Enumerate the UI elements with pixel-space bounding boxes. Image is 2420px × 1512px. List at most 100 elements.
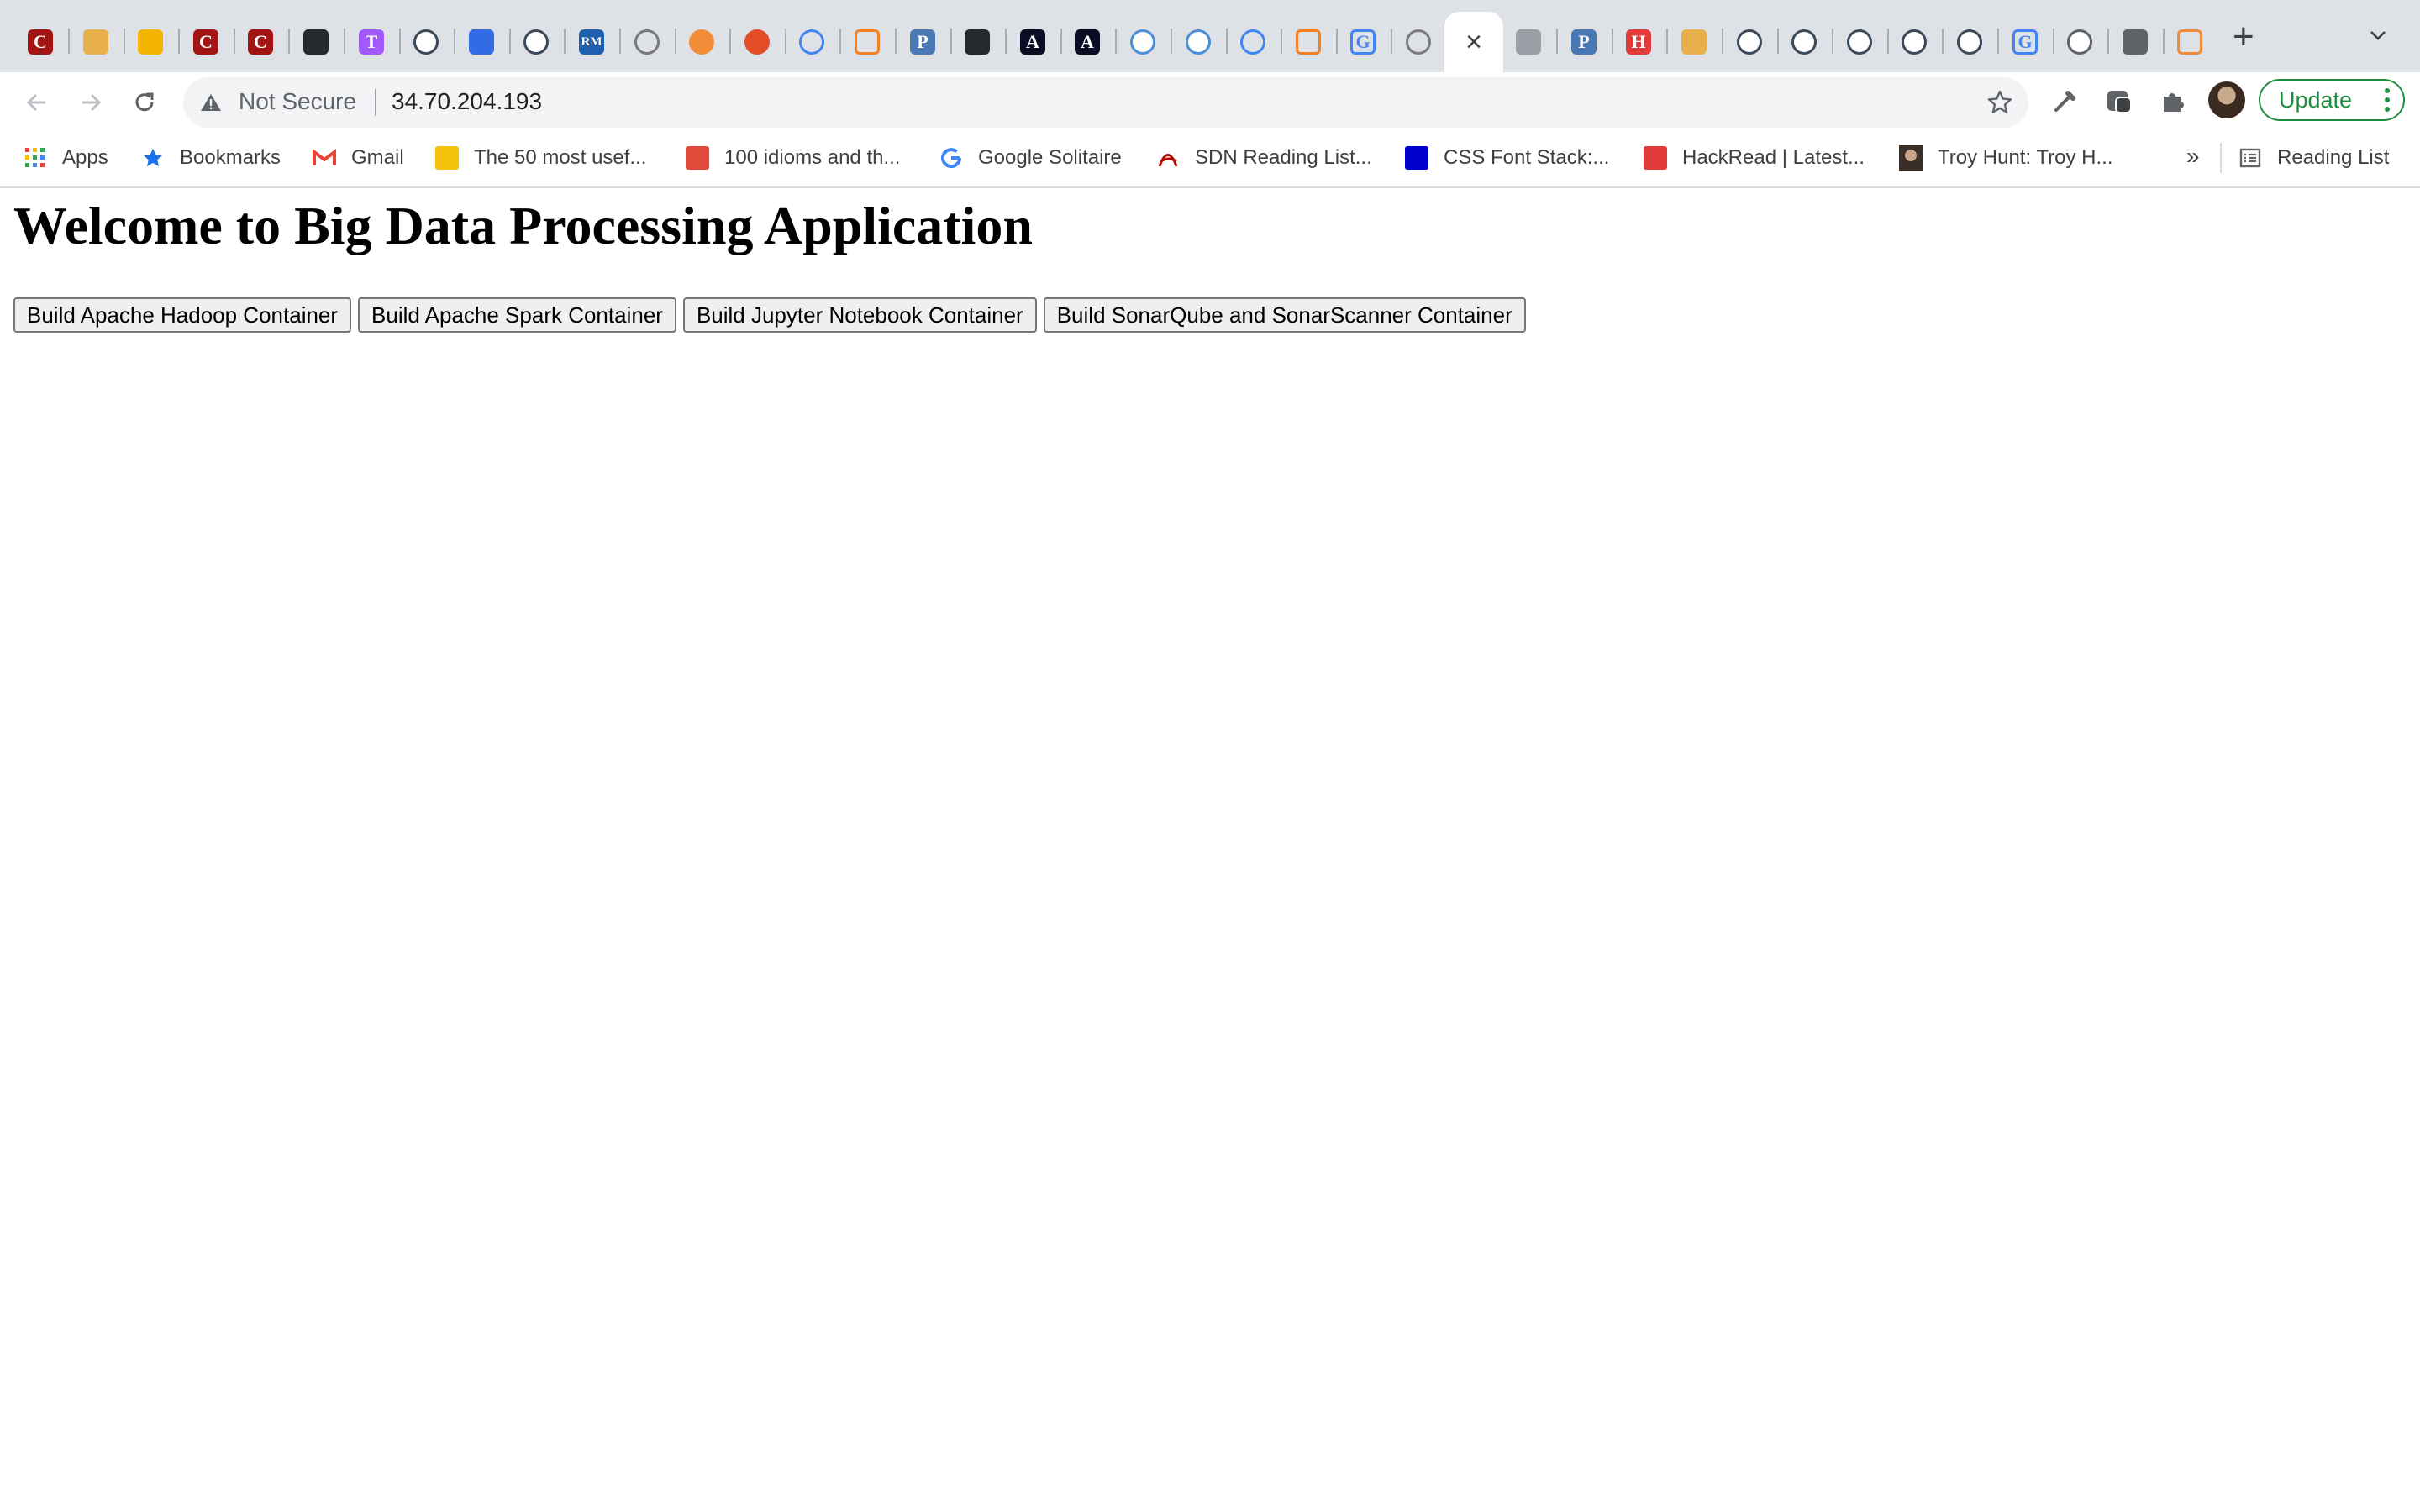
browser-tab[interactable] (950, 15, 1004, 69)
browser-tab[interactable]: T (345, 15, 398, 69)
browser-tab[interactable]: A (1006, 15, 1060, 69)
browser-tab[interactable] (620, 15, 674, 69)
rm-icon: RM (579, 29, 604, 55)
forward-arrow-icon (82, 93, 102, 112)
font-stack-icon (1405, 146, 1428, 170)
t-letter-icon: T (359, 29, 384, 55)
browser-tab[interactable]: C (179, 15, 233, 69)
arc-icon (2177, 29, 2202, 55)
browser-tab[interactable] (785, 15, 839, 69)
browser-tab[interactable]: P (1557, 15, 1611, 69)
bookmark-item[interactable]: The 50 most usef... (435, 141, 646, 175)
security-status-label[interactable]: Not Secure (239, 88, 356, 115)
build-jupyter-button[interactable]: Build Jupyter Notebook Container (682, 297, 1037, 333)
browser-tab[interactable] (1777, 15, 1831, 69)
bookmark-label: 100 idioms and th... (724, 146, 901, 169)
browser-tab[interactable]: C (13, 15, 67, 69)
browser-tab[interactable] (69, 15, 123, 69)
more-menu-icon[interactable] (2385, 88, 2390, 116)
browser-tab[interactable] (675, 15, 729, 69)
docker-icon (1902, 29, 1927, 55)
bookmark-label: SDN Reading List... (1195, 146, 1372, 169)
browser-tab[interactable]: RM (565, 15, 618, 69)
profile-avatar[interactable] (2208, 81, 2245, 118)
tab-search-chevron-icon[interactable] (2368, 25, 2388, 50)
extensions-puzzle-icon[interactable] (2156, 84, 2190, 118)
bookmark-item[interactable]: Gmail (313, 141, 404, 175)
browser-tab[interactable]: P (896, 15, 950, 69)
url-text[interactable]: 34.70.204.193 (392, 88, 542, 115)
bookmark-label: Bookmarks (180, 146, 281, 169)
bookmark-item[interactable]: Apps (24, 141, 108, 175)
bookmark-item[interactable]: CSS Font Stack:... (1405, 141, 1609, 175)
build-hadoop-button[interactable]: Build Apache Hadoop Container (13, 297, 352, 333)
github-icon (965, 29, 990, 55)
reload-button[interactable] (126, 84, 163, 121)
back-button[interactable] (18, 84, 55, 121)
bookmark-item[interactable]: Bookmarks (141, 141, 281, 175)
bookmark-label: CSS Font Stack:... (1444, 146, 1610, 169)
browser-tab[interactable] (1281, 15, 1335, 69)
address-bar[interactable]: Not Secure 34.70.204.193 (183, 77, 2028, 128)
browser-tab[interactable] (124, 15, 177, 69)
browser-tab[interactable] (455, 15, 508, 69)
eyedropper-extension-icon[interactable] (2049, 84, 2082, 118)
browser-tab[interactable] (2108, 15, 2162, 69)
bookmark-item[interactable]: Troy Hunt: Troy H... (1899, 141, 2113, 175)
browser-tab[interactable] (730, 15, 784, 69)
browser-tab[interactable] (1116, 15, 1170, 69)
reading-list-button[interactable]: Reading List (2238, 141, 2389, 175)
browser-tab[interactable] (840, 15, 894, 69)
browser-tab[interactable] (1723, 15, 1776, 69)
google-icon (939, 146, 963, 170)
p-letter-icon: P (910, 29, 935, 55)
browser-tab[interactable] (1833, 15, 1886, 69)
browser-tab[interactable]: A (1060, 15, 1114, 69)
update-button[interactable]: Update (2259, 79, 2405, 121)
reading-list-label: Reading List (2277, 146, 2390, 169)
bookmark-item[interactable]: Google Solitaire (939, 141, 1122, 175)
browser-tab[interactable]: × (1444, 12, 1503, 72)
more-bookmarks-chevron[interactable]: » (2186, 143, 2200, 170)
browser-tab[interactable] (509, 15, 563, 69)
dots-icon (689, 29, 714, 55)
c-letter-icon: C (193, 29, 218, 55)
w-letter-icon (435, 146, 459, 170)
browser-tab[interactable] (1502, 15, 1555, 69)
browser-tab[interactable] (2053, 15, 2107, 69)
omnibox-divider (375, 89, 376, 116)
bookmark-item[interactable]: 100 idioms and th... (686, 141, 900, 175)
bookmark-item[interactable]: HackRead | Latest... (1644, 141, 1865, 175)
browser-tab[interactable] (1392, 15, 1445, 69)
browser-tab[interactable] (1943, 15, 1996, 69)
bookmark-item[interactable]: SDN Reading List... (1156, 141, 1372, 175)
new-tab-button[interactable]: + (2233, 18, 2254, 55)
bookmark-label: Troy Hunt: Troy H... (1938, 146, 2113, 169)
browser-tab[interactable] (1667, 15, 1721, 69)
close-icon[interactable]: × (1465, 28, 1482, 56)
browser-tab[interactable] (1171, 15, 1225, 69)
browser-tab[interactable] (399, 15, 453, 69)
build-spark-button[interactable]: Build Apache Spark Container (358, 297, 676, 333)
browser-tab[interactable] (1226, 15, 1280, 69)
warning-icon[interactable] (200, 92, 222, 113)
reading-list-icon (2238, 146, 2262, 170)
browser-tab[interactable] (1887, 15, 1941, 69)
c-letter-icon: C (248, 29, 273, 55)
kubernetes-icon (469, 29, 494, 55)
browser-tab[interactable]: H (1612, 15, 1665, 69)
bookmarks-divider (2220, 143, 2222, 173)
browser-tab[interactable]: C (234, 15, 287, 69)
bookmark-star-icon[interactable] (1986, 89, 2013, 116)
c-letter-icon (686, 146, 709, 170)
browser-tab[interactable]: G (1336, 15, 1390, 69)
browser-tab[interactable] (289, 15, 343, 69)
build-sonarqube-button[interactable]: Build SonarQube and SonarScanner Contain… (1043, 297, 1526, 333)
bookmark-label: Apps (62, 146, 108, 169)
browser-tab[interactable] (2163, 15, 2217, 69)
forward-button[interactable] (72, 84, 109, 121)
translate-extension-icon[interactable] (2102, 84, 2136, 118)
apps-grid-icon (24, 146, 47, 170)
google-icon: G (1350, 29, 1376, 55)
browser-tab[interactable]: G (1998, 15, 2052, 69)
